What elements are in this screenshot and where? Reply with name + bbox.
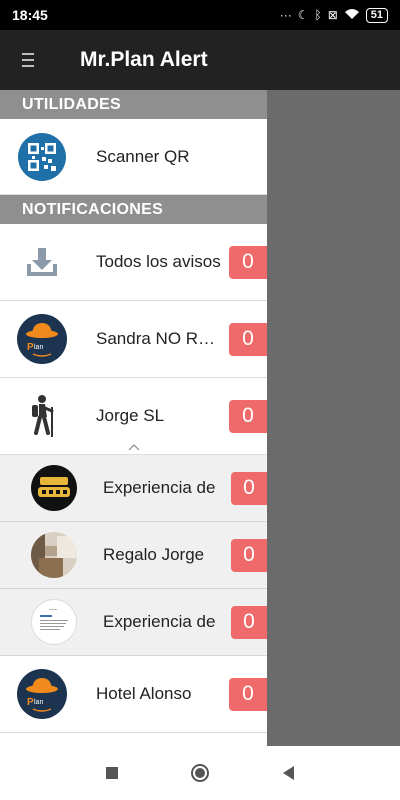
count-badge: 0 <box>231 538 267 572</box>
app-bar: Mr.Plan Alert <box>0 30 400 90</box>
count-badge: 0 <box>231 605 267 639</box>
plan-logo-icon: P lan <box>16 313 68 365</box>
drawer-subitem-regalo-jorge[interactable]: Regalo Jorge 0 <box>0 522 267 589</box>
gift-photo-thumbnail <box>31 532 77 578</box>
download-icon <box>16 236 68 288</box>
status-icons: ··· ☾ ᛒ ⊠ 51 <box>279 7 388 23</box>
drawer-item-hotel-alonso[interactable]: P lan Hotel Alonso 0 <box>0 656 267 733</box>
document-thumbnail <box>31 599 77 645</box>
home-button[interactable] <box>190 763 210 783</box>
battery-indicator: 51 <box>365 7 388 23</box>
drawer-subitem-label: Regalo Jorge <box>103 545 205 564</box>
count-badge: 0 <box>229 399 267 433</box>
drawer-item-all-notices[interactable]: Todos los avisos 0 <box>0 224 267 301</box>
section-header-utilities: UTILIDADES <box>0 90 267 119</box>
chevron-up-icon[interactable] <box>128 443 140 451</box>
drawer-item-sandra[interactable]: P lan Sandra NO RESPONDE 0 <box>0 301 267 378</box>
drawer-subitem-label: Experiencia de <box>103 478 216 497</box>
hiker-icon <box>16 390 68 442</box>
qr-code-icon <box>16 131 68 183</box>
plan-logo-icon: P lan <box>16 668 68 720</box>
drawer-item-label: Sandra NO RESPONDE <box>96 329 224 348</box>
navigation-drawer: UTILIDADES Scanner QR NOTIFICACIONES Tod… <box>0 90 267 746</box>
drawer-subitem-experience-1[interactable]: Experiencia de 0 <box>0 455 267 522</box>
drawer-item-label: Hotel Alonso <box>96 684 192 703</box>
svg-text:P: P <box>27 342 34 353</box>
count-badge: 0 <box>231 471 267 505</box>
sim-icon: ⊠ <box>327 8 338 22</box>
status-time: 18:45 <box>12 7 48 23</box>
drawer-item-jorge-sl[interactable]: Jorge SL 0 <box>0 378 267 455</box>
section-header-notifications: NOTIFICACIONES <box>0 195 267 224</box>
wifi-icon <box>344 8 360 23</box>
recent-apps-button[interactable] <box>105 766 119 780</box>
drawer-item-scanner-qr[interactable]: Scanner QR <box>0 119 267 195</box>
svg-text:lan: lan <box>34 344 43 351</box>
drawer-scrim[interactable] <box>267 90 400 746</box>
back-button[interactable] <box>281 765 295 781</box>
more-icon: ··· <box>279 8 292 22</box>
bluetooth-icon: ᛒ <box>314 8 322 22</box>
drawer-subitem-label: Experiencia de <box>103 612 216 631</box>
app-title: Mr.Plan Alert <box>80 48 208 71</box>
menu-icon[interactable] <box>22 53 34 67</box>
drawer-item-label: Jorge SL <box>96 406 165 425</box>
drawer-subitem-experience-2[interactable]: Experiencia de 0 <box>0 589 267 656</box>
status-bar: 18:45 ··· ☾ ᛒ ⊠ 51 <box>0 0 400 30</box>
moon-icon: ☾ <box>297 8 309 22</box>
count-badge: 0 <box>229 322 267 356</box>
drawer-item-label: Scanner QR <box>96 146 190 166</box>
drawer-item-label: Todos los avisos <box>96 252 221 271</box>
experience-thumbnail <box>31 465 77 511</box>
svg-text:lan: lan <box>34 699 43 706</box>
count-badge: 0 <box>229 677 267 711</box>
svg-text:P: P <box>27 697 34 708</box>
count-badge: 0 <box>229 245 267 279</box>
system-nav-bar <box>0 746 400 800</box>
